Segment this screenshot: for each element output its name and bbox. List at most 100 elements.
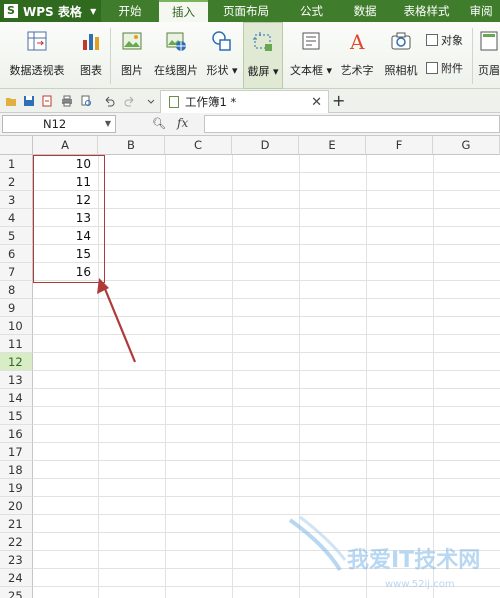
- tab-page-layout[interactable]: 页面布局: [208, 0, 283, 22]
- tab-insert[interactable]: 插入: [158, 0, 209, 22]
- row-header-16[interactable]: 16: [0, 425, 33, 443]
- online-picture-button[interactable]: 在线图片: [152, 22, 200, 89]
- header-footer-button[interactable]: 页眉: [478, 22, 500, 89]
- column-header-d[interactable]: D: [232, 136, 299, 155]
- grid-line: [33, 370, 500, 371]
- row-header-21[interactable]: 21: [0, 515, 33, 533]
- row-header-25[interactable]: 25: [0, 587, 33, 598]
- column-header-e[interactable]: E: [299, 136, 366, 155]
- header-footer-icon: [480, 31, 498, 51]
- camera-label: 照相机: [384, 64, 418, 77]
- column-header-f[interactable]: F: [366, 136, 433, 155]
- svg-text:A: A: [349, 30, 365, 52]
- row-header-4[interactable]: 4: [0, 209, 33, 227]
- object-button[interactable]: 对象: [426, 32, 463, 48]
- header-footer-label: 页眉: [478, 64, 500, 77]
- column-header-g[interactable]: G: [433, 136, 500, 155]
- grid-line: [33, 496, 500, 497]
- column-header-b[interactable]: B: [98, 136, 165, 155]
- row-header-7[interactable]: 7: [0, 263, 33, 281]
- print-icon[interactable]: [61, 95, 73, 107]
- online-picture-icon: [166, 32, 186, 51]
- print-preview-icon[interactable]: [80, 95, 92, 107]
- chart-label: 图表: [80, 64, 102, 77]
- row-header-10[interactable]: 10: [0, 317, 33, 335]
- chevron-down-icon[interactable]: ▼: [105, 116, 111, 132]
- chevron-down-icon: ▼: [90, 6, 97, 16]
- ribbon-divider: [472, 28, 473, 84]
- row-header-24[interactable]: 24: [0, 569, 33, 587]
- save-icon[interactable]: [23, 95, 35, 107]
- grid-line: [33, 460, 500, 461]
- chart-button[interactable]: 图表: [76, 22, 106, 89]
- shapes-label: 形状 ▾: [206, 64, 238, 77]
- export-pdf-icon[interactable]: [41, 95, 53, 107]
- picture-button[interactable]: 图片: [118, 22, 146, 89]
- attachment-label: 附件: [441, 62, 463, 75]
- attachment-button[interactable]: 附件: [426, 60, 463, 76]
- tab-review[interactable]: 审阅: [462, 0, 500, 22]
- text-box-label: 文本框 ▾: [289, 64, 333, 77]
- tab-data[interactable]: 数据: [339, 0, 391, 22]
- row-header-20[interactable]: 20: [0, 497, 33, 515]
- attachment-icon: [426, 62, 438, 74]
- row-header-6[interactable]: 6: [0, 245, 33, 263]
- formula-input[interactable]: [204, 115, 500, 133]
- row-header-1[interactable]: 1: [0, 155, 33, 173]
- row-header-18[interactable]: 18: [0, 461, 33, 479]
- undo-icon[interactable]: [103, 95, 115, 107]
- redo-icon[interactable]: [124, 95, 136, 107]
- formula-bar: N12 ▼ 🔍︎ fx: [0, 113, 500, 136]
- insert-function-button[interactable]: fx: [177, 116, 188, 130]
- name-box[interactable]: N12 ▼: [2, 115, 116, 133]
- close-icon[interactable]: ✕: [311, 95, 322, 110]
- screenshot-button[interactable]: 截屏 ▾: [243, 22, 283, 89]
- tab-table-styles[interactable]: 表格样式: [391, 0, 462, 22]
- row-header-13[interactable]: 13: [0, 371, 33, 389]
- row-header-2[interactable]: 2: [0, 173, 33, 191]
- row-header-3[interactable]: 3: [0, 191, 33, 209]
- camera-button[interactable]: 照相机: [382, 22, 420, 89]
- app-menu-button[interactable]: S WPS 表格 ▼: [0, 0, 102, 22]
- tab-formulas[interactable]: 公式: [284, 0, 340, 22]
- word-art-label: 艺术字: [340, 64, 374, 77]
- row-header-11[interactable]: 11: [0, 335, 33, 353]
- text-box-button[interactable]: 文本框 ▾: [288, 22, 334, 89]
- shapes-icon: [212, 31, 231, 51]
- row-header-9[interactable]: 9: [0, 299, 33, 317]
- row-header-5[interactable]: 5: [0, 227, 33, 245]
- zoom-icon[interactable]: 🔍︎: [152, 117, 166, 130]
- text-box-text: 文本框: [289, 64, 323, 77]
- row-header-19[interactable]: 19: [0, 479, 33, 497]
- wps-logo-icon: S: [4, 4, 18, 18]
- shapes-button[interactable]: 形状 ▾: [204, 22, 240, 89]
- online-picture-label: 在线图片: [154, 64, 198, 77]
- quick-access-dropdown-icon[interactable]: [145, 95, 157, 107]
- new-tab-icon[interactable]: +: [332, 91, 345, 110]
- menu-bar: S WPS 表格 ▼ 开始 插入 页面布局 公式 数据 表格样式 审阅: [0, 0, 500, 22]
- select-all-corner[interactable]: [0, 136, 33, 155]
- pivot-table-icon: [27, 31, 47, 51]
- row-header-23[interactable]: 23: [0, 551, 33, 569]
- text-box-icon: [302, 32, 320, 50]
- row-header-17[interactable]: 17: [0, 443, 33, 461]
- column-header-c[interactable]: C: [165, 136, 232, 155]
- bar-chart-icon: [83, 34, 99, 50]
- word-art-button[interactable]: A 艺术字: [338, 22, 376, 89]
- quick-access-toolbar: 工作簿1 * ✕ +: [0, 89, 500, 113]
- document-tab[interactable]: 工作簿1 * ✕: [160, 90, 329, 113]
- row-header-15[interactable]: 15: [0, 407, 33, 425]
- row-header-22[interactable]: 22: [0, 533, 33, 551]
- tab-home[interactable]: 开始: [101, 0, 159, 22]
- grid-line: [33, 442, 500, 443]
- row-header-12[interactable]: 12: [0, 353, 33, 371]
- row-header-8[interactable]: 8: [0, 281, 33, 299]
- app-name: WPS 表格: [23, 4, 82, 19]
- screenshot-icon: [253, 32, 272, 51]
- row-header-14[interactable]: 14: [0, 389, 33, 407]
- watermark-text: 我爱IT技术网: [347, 548, 480, 573]
- pivot-table-button[interactable]: 数据透视表: [6, 22, 68, 89]
- picture-label: 图片: [121, 64, 143, 77]
- column-header-a[interactable]: A: [33, 136, 98, 155]
- open-folder-icon[interactable]: [5, 95, 17, 107]
